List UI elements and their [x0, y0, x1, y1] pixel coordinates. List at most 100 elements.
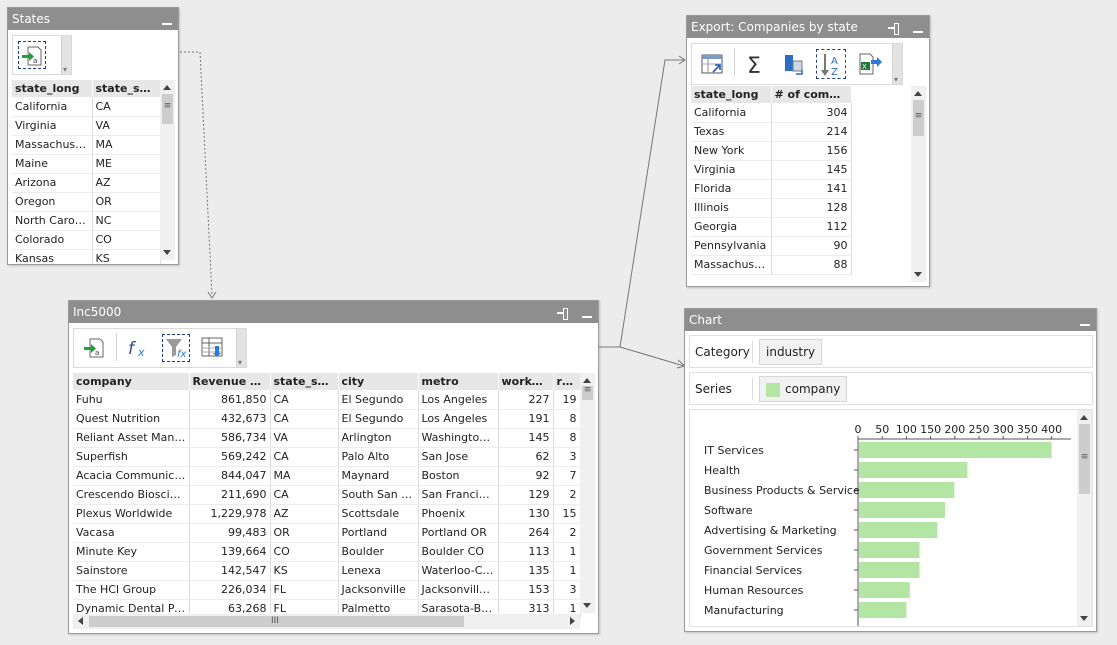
column-header[interactable]: state_long — [12, 80, 93, 97]
chart-titlebar[interactable]: Chart — [685, 309, 1096, 331]
category-chip[interactable]: industry — [759, 339, 823, 365]
hscroll-grip: III — [271, 616, 279, 626]
table-row[interactable]: California 304 — [691, 103, 852, 123]
table-row[interactable]: Texas 214 — [691, 122, 852, 142]
table-row[interactable]: Massachusetts MA — [12, 135, 161, 155]
cell: 432,673 — [189, 409, 271, 429]
open-table-tool[interactable] — [698, 50, 726, 78]
chart-vscrollbar[interactable]: ≡ — [1077, 410, 1092, 626]
table-row[interactable]: Massachusetts 88 — [691, 255, 852, 275]
states-titlebar[interactable]: States — [8, 8, 178, 30]
export-panel[interactable]: Export: Companies by state Σ A Z X ▾ sta… — [686, 15, 930, 287]
table-row[interactable]: Oregon OR — [12, 192, 161, 212]
formula-tool[interactable]: f x — [124, 334, 152, 362]
states-grid[interactable]: state_long state_short California CA Virg… — [12, 80, 161, 264]
export-toolbar-grip[interactable] — [892, 44, 902, 84]
table-row[interactable]: Superfish 569,242 CA Palo Alto San Jose 62 3 — [73, 447, 581, 467]
dock-icon[interactable] — [557, 307, 569, 320]
scroll-up-icon[interactable] — [583, 378, 591, 383]
table-row[interactable]: New York 156 — [691, 141, 852, 161]
table-row[interactable]: Arizona AZ — [12, 173, 161, 193]
states-panel[interactable]: States a state_long state_short Californ… — [7, 7, 179, 265]
cell: 129 — [498, 485, 554, 505]
export-titlebar[interactable]: Export: Companies by state — [687, 16, 929, 38]
inc5000-titlebar[interactable]: Inc5000 — [69, 301, 598, 323]
category-label: Government Services — [704, 544, 823, 557]
table-row[interactable]: Quest Nutrition 432,673 CA El Segundo Los An… — [73, 409, 581, 429]
table-row[interactable]: Fuhu 861,850 CA El Segundo Los Angeles 227 19 — [73, 390, 581, 410]
scroll-down-icon[interactable] — [914, 272, 922, 277]
dock-icon[interactable] — [888, 22, 900, 35]
table-row[interactable]: Reliant Asset Mana... 586,734 VA Arlington W… — [73, 428, 581, 448]
table-row[interactable]: Virginia VA — [12, 116, 161, 136]
category-label: Software — [704, 504, 753, 517]
aggregate-tool[interactable]: Σ — [742, 50, 770, 79]
cell: Massachusetts — [691, 255, 772, 275]
chart-panel[interactable]: Chart Category industry Series company 0… — [684, 308, 1097, 632]
table-row[interactable]: North Carolina NC — [12, 211, 161, 231]
export-excel-tool[interactable]: X — [856, 50, 884, 78]
grip-icon: ≡ — [163, 101, 172, 111]
scroll-right-icon[interactable] — [570, 617, 575, 625]
scroll-up-icon[interactable] — [1080, 415, 1088, 420]
scroll-down-icon[interactable] — [163, 250, 171, 255]
minimize-icon[interactable] — [161, 14, 173, 26]
table-row[interactable]: Maine ME — [12, 154, 161, 174]
scroll-down-icon[interactable] — [583, 603, 591, 608]
scroll-up-icon[interactable] — [163, 85, 171, 90]
states-vscrollbar[interactable]: ≡ — [160, 80, 175, 260]
inc5000-panel[interactable]: Inc5000 a f x fx ▾ company Revenue per s… — [68, 300, 599, 634]
table-row[interactable]: Georgia 112 — [691, 217, 852, 237]
scroll-left-icon[interactable] — [78, 617, 83, 625]
column-header[interactable]: # of compan... — [771, 86, 852, 103]
table-row[interactable]: The HCI Group 226,034 FL Jacksonville Jackso… — [73, 580, 581, 600]
table-row[interactable]: Colorado CO — [12, 230, 161, 250]
export-grid[interactable]: state_long # of compan... California304T… — [691, 86, 852, 275]
table-row[interactable]: Florida 141 — [691, 179, 852, 199]
column-header[interactable]: company — [73, 373, 190, 390]
cell: Waterloo-Ce... — [418, 561, 499, 581]
sort-tool[interactable]: A Z — [816, 49, 846, 79]
scroll-down-icon[interactable] — [1080, 616, 1088, 621]
table-row[interactable]: Virginia 145 — [691, 160, 852, 180]
table-row[interactable]: Illinois 128 — [691, 198, 852, 218]
column-header[interactable]: metro — [418, 373, 499, 390]
cell: 142,547 — [189, 561, 271, 581]
column-header[interactable]: reve — [553, 373, 581, 390]
column-header[interactable]: workers — [498, 373, 554, 390]
table-row[interactable]: Vacasa 99,483 OR Portland Portland OR 264 2 — [73, 523, 581, 543]
inc5000-vscrollbar[interactable]: ≡ — [580, 373, 595, 613]
minimize-icon[interactable] — [1079, 315, 1091, 327]
cell: 227 — [498, 390, 554, 410]
cell: Palo Alto — [338, 447, 419, 467]
table-row[interactable]: Minute Key 139,664 CO Boulder Boulder CO 113 1 — [73, 542, 581, 562]
series-row: Series company — [689, 372, 1093, 405]
column-header[interactable]: Revenue per... — [189, 373, 271, 390]
inc5000-toolbar-grip[interactable] — [236, 329, 246, 367]
export-vscrollbar[interactable]: ≡ — [911, 86, 926, 282]
series-chip[interactable]: company — [759, 376, 848, 402]
column-header[interactable]: state_long — [691, 86, 772, 103]
column-header[interactable]: city — [338, 373, 419, 390]
table-row[interactable]: California CA — [12, 97, 161, 117]
add-column-tool[interactable] — [198, 334, 226, 362]
table-row[interactable]: Kansas KS — [12, 249, 161, 264]
states-toolbar-grip[interactable] — [61, 36, 71, 74]
table-row[interactable]: Acacia Communicati... 844,047 MA Maynard Bos… — [73, 466, 581, 486]
import-data-tool[interactable]: a — [80, 334, 108, 362]
column-header[interactable]: state_short — [270, 373, 339, 390]
inc5000-grid[interactable]: company Revenue per... state_short city … — [73, 373, 581, 619]
filter-formula-tool[interactable]: fx — [162, 334, 190, 362]
inc5000-hscrollbar[interactable]: III — [73, 614, 580, 629]
import-data-tool[interactable]: a — [18, 41, 46, 69]
table-row[interactable]: Crescendo Bioscience 211,690 CA South San F… — [73, 485, 581, 505]
scroll-up-icon[interactable] — [914, 91, 922, 96]
table-row[interactable]: Plexus Worldwide 1,229,978 AZ Scottsdale Pho… — [73, 504, 581, 524]
table-row[interactable]: Sainstore 142,547 KS Lenexa Waterloo-Ce... 13… — [73, 561, 581, 581]
pivot-tool[interactable] — [780, 50, 808, 78]
svg-text:f: f — [128, 339, 137, 359]
column-header[interactable]: state_short — [92, 80, 161, 97]
minimize-icon[interactable] — [581, 307, 593, 319]
minimize-icon[interactable] — [912, 22, 924, 34]
table-row[interactable]: Pennsylvania 90 — [691, 236, 852, 256]
